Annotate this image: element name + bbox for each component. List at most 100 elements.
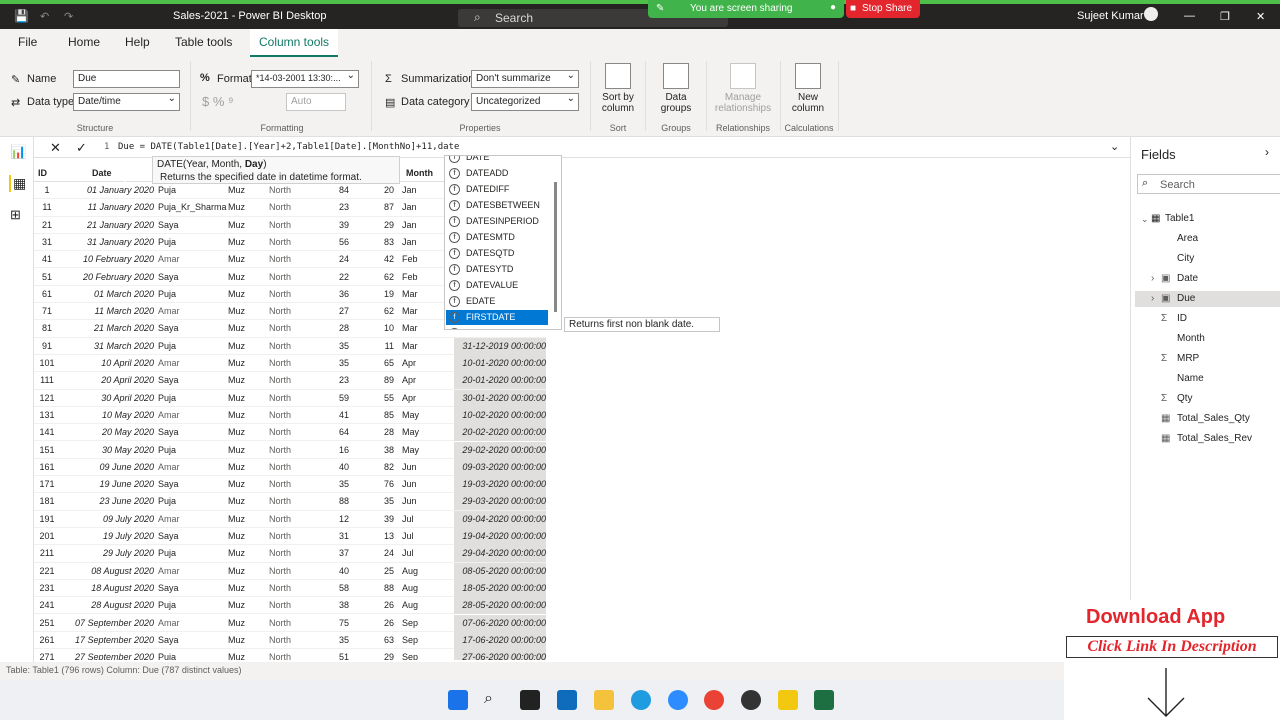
field-item[interactable]: Total_Sales_Rev — [1177, 433, 1252, 444]
menu-home[interactable]: Home — [68, 35, 100, 49]
data-groups-button[interactable]: Data groups — [652, 63, 700, 114]
table-row[interactable]: 191 09 July 2020 Amar Muz North 12 39 Jul 09-04-… — [34, 510, 546, 528]
autocomplete-list[interactable]: f DATE f DATEADD f DATEDIFF f DATESBETWEEN f DATE… — [444, 155, 562, 330]
commit-formula-icon[interactable]: ✓ — [76, 140, 87, 156]
table-row[interactable]: 151 30 May 2020 Puja Muz North 16 38 May 29-02-2… — [34, 441, 546, 459]
maximize-icon[interactable]: ❐ — [1220, 10, 1230, 23]
autocomplete-item[interactable]: f DATEDIFF — [446, 182, 548, 197]
table-row[interactable]: 101 10 April 2020 Amar Muz North 35 65 Apr 10-01… — [34, 355, 546, 373]
new-column-button[interactable]: New column — [786, 63, 830, 114]
menu-table-tools[interactable]: Table tools — [175, 35, 232, 49]
table-cell: 27 — [338, 306, 349, 317]
table-row[interactable]: 181 23 June 2020 Puja Muz North 88 35 Jun 29-03-… — [34, 493, 546, 511]
expand-formula-icon[interactable]: ⌄ — [1110, 140, 1119, 153]
close-icon[interactable]: ✕ — [1256, 10, 1265, 23]
datatype-select[interactable]: Date/time — [73, 93, 180, 111]
windows-start-icon[interactable] — [448, 690, 468, 710]
fields-search-input[interactable]: ⌕ Search — [1137, 174, 1280, 194]
manage-relationships-button[interactable]: Manage relationships — [710, 63, 776, 114]
field-item[interactable]: Due — [1177, 293, 1195, 304]
menu-help[interactable]: Help — [125, 35, 150, 49]
zoom-icon[interactable] — [668, 690, 688, 710]
format-select[interactable]: *14-03-2001 13:30:... — [251, 70, 359, 88]
autocomplete-item[interactable]: f DATESBETWEEN — [446, 198, 548, 213]
table-row[interactable]: 261 17 September 2020 Saya Muz North 35 63 Sep 1… — [34, 631, 546, 650]
autocomplete-item[interactable]: f DATESYTD — [446, 262, 548, 277]
table-cell: 89 — [383, 375, 394, 386]
obs-icon[interactable] — [741, 690, 761, 710]
menu-column-tools[interactable]: Column tools — [250, 29, 339, 57]
autocomplete-item[interactable]: f EDATE — [446, 294, 548, 309]
cancel-formula-icon[interactable]: ✕ — [50, 140, 61, 156]
redo-icon[interactable]: ↷ — [64, 10, 73, 23]
summarization-select[interactable]: Don't summarize — [471, 70, 579, 88]
chevron-right-icon[interactable]: › — [1151, 273, 1154, 284]
widgets-icon[interactable] — [557, 690, 577, 710]
click-link-text[interactable]: Click Link In Description — [1066, 636, 1278, 658]
autocomplete-item[interactable]: f DATE — [446, 156, 548, 165]
table-row[interactable]: 131 10 May 2020 Amar Muz North 41 85 May 10-02-2… — [34, 406, 546, 425]
calculations-group-label: Calculations — [784, 123, 834, 133]
excel-icon[interactable] — [814, 690, 834, 710]
datacategory-select[interactable]: Uncategorized — [471, 93, 579, 111]
sort-by-column-button[interactable]: Sort by column — [596, 63, 640, 114]
table-row[interactable]: 271 27 September 2020 Puja Muz North 51 29 Sep 2… — [34, 649, 546, 660]
table-row[interactable]: 171 19 June 2020 Saya Muz North 35 76 Jun 19-03-… — [34, 476, 546, 494]
field-item[interactable]: Month — [1177, 333, 1205, 344]
table-row[interactable]: 251 07 September 2020 Amar Muz North 75 26 Sep 0… — [34, 614, 546, 632]
table-row[interactable]: 111 20 April 2020 Saya Muz North 23 89 Apr 20-01… — [34, 372, 546, 390]
table-cell: 11 — [42, 202, 52, 213]
autocomplete-item[interactable]: f DATEADD — [446, 166, 548, 181]
save-icon[interactable]: 💾 — [14, 9, 29, 23]
field-item[interactable]: Total_Sales_Qty — [1177, 413, 1250, 424]
column-header[interactable]: Date — [64, 164, 124, 182]
decimal-places-input[interactable]: Auto — [286, 93, 346, 111]
collapse-pane-icon[interactable]: › — [1265, 145, 1269, 159]
autocomplete-scrollbar[interactable] — [554, 182, 557, 312]
file-explorer-icon[interactable] — [594, 690, 614, 710]
table-row[interactable]: 221 08 August 2020 Amar Muz North 40 25 Aug 08-0… — [34, 562, 546, 580]
field-item[interactable]: MRP — [1177, 353, 1199, 364]
stop-share-button[interactable]: ■ Stop Share — [846, 0, 920, 18]
chrome-icon[interactable] — [704, 690, 724, 710]
table-cell: 101 — [39, 358, 55, 368]
task-view-icon[interactable] — [520, 690, 540, 710]
field-item[interactable]: Name — [1177, 373, 1204, 384]
menu-file[interactable]: File — [18, 35, 37, 49]
undo-icon[interactable]: ↶ — [40, 10, 49, 23]
autocomplete-item[interactable]: f DATEVALUE — [446, 278, 548, 293]
table-row[interactable]: 141 20 May 2020 Saya Muz North 64 28 May 20-02-2… — [34, 424, 546, 442]
field-item[interactable]: Date — [1177, 273, 1198, 284]
powerbi-icon[interactable] — [778, 690, 798, 710]
formula-input[interactable]: Due = DATE(Table1[Date].[Year]+2,Table1[… — [118, 142, 459, 152]
data-view-icon[interactable]: ▦ — [9, 175, 26, 192]
field-item[interactable]: City — [1177, 253, 1194, 264]
field-item[interactable]: Qty — [1177, 393, 1193, 404]
avatar[interactable] — [1144, 7, 1158, 21]
autocomplete-item[interactable]: f ENDOFYEAR — [446, 326, 548, 329]
table-row[interactable]: 201 19 July 2020 Saya Muz North 31 13 Jul 19-04-… — [34, 528, 546, 546]
field-item[interactable]: Area — [1177, 233, 1198, 244]
name-input[interactable]: Due — [73, 70, 180, 88]
autocomplete-item[interactable]: f FIRSTDATE — [446, 310, 548, 325]
minimize-icon[interactable]: — — [1184, 10, 1195, 22]
chevron-right-icon[interactable]: › — [1151, 293, 1154, 304]
table-row[interactable]: 211 29 July 2020 Puja Muz North 37 24 Jul 29-04-… — [34, 545, 546, 563]
table-row[interactable]: 161 09 June 2020 Amar Muz North 40 82 Jun 09-03-… — [34, 458, 546, 477]
search-icon[interactable]: ⌕ — [484, 690, 504, 710]
autocomplete-item[interactable]: f DATESMTD — [446, 230, 548, 245]
currency-icons[interactable]: $ % ⁹ — [202, 94, 234, 109]
function-icon: f — [449, 248, 460, 259]
field-item[interactable]: ID — [1177, 313, 1187, 324]
table-row[interactable]: 91 31 March 2020 Puja Muz North 35 11 Mar 31-12-… — [34, 337, 546, 355]
chevron-down-icon[interactable]: ⌄ — [1141, 214, 1149, 225]
table-row[interactable]: 231 18 August 2020 Saya Muz North 58 88 Aug 18-0… — [34, 579, 546, 598]
model-view-icon[interactable]: ⊞ — [10, 207, 21, 223]
table-name[interactable]: Table1 — [1165, 213, 1194, 224]
table-row[interactable]: 121 30 April 2020 Puja Muz North 59 55 Apr 30-01… — [34, 389, 546, 407]
edge-icon[interactable] — [631, 690, 651, 710]
autocomplete-item[interactable]: f DATESINPERIOD — [446, 214, 548, 229]
report-view-icon[interactable]: 📊 — [10, 144, 26, 160]
table-row[interactable]: 241 28 August 2020 Puja Muz North 38 26 Aug 28-0… — [34, 597, 546, 615]
autocomplete-item[interactable]: f DATESQTD — [446, 246, 548, 261]
